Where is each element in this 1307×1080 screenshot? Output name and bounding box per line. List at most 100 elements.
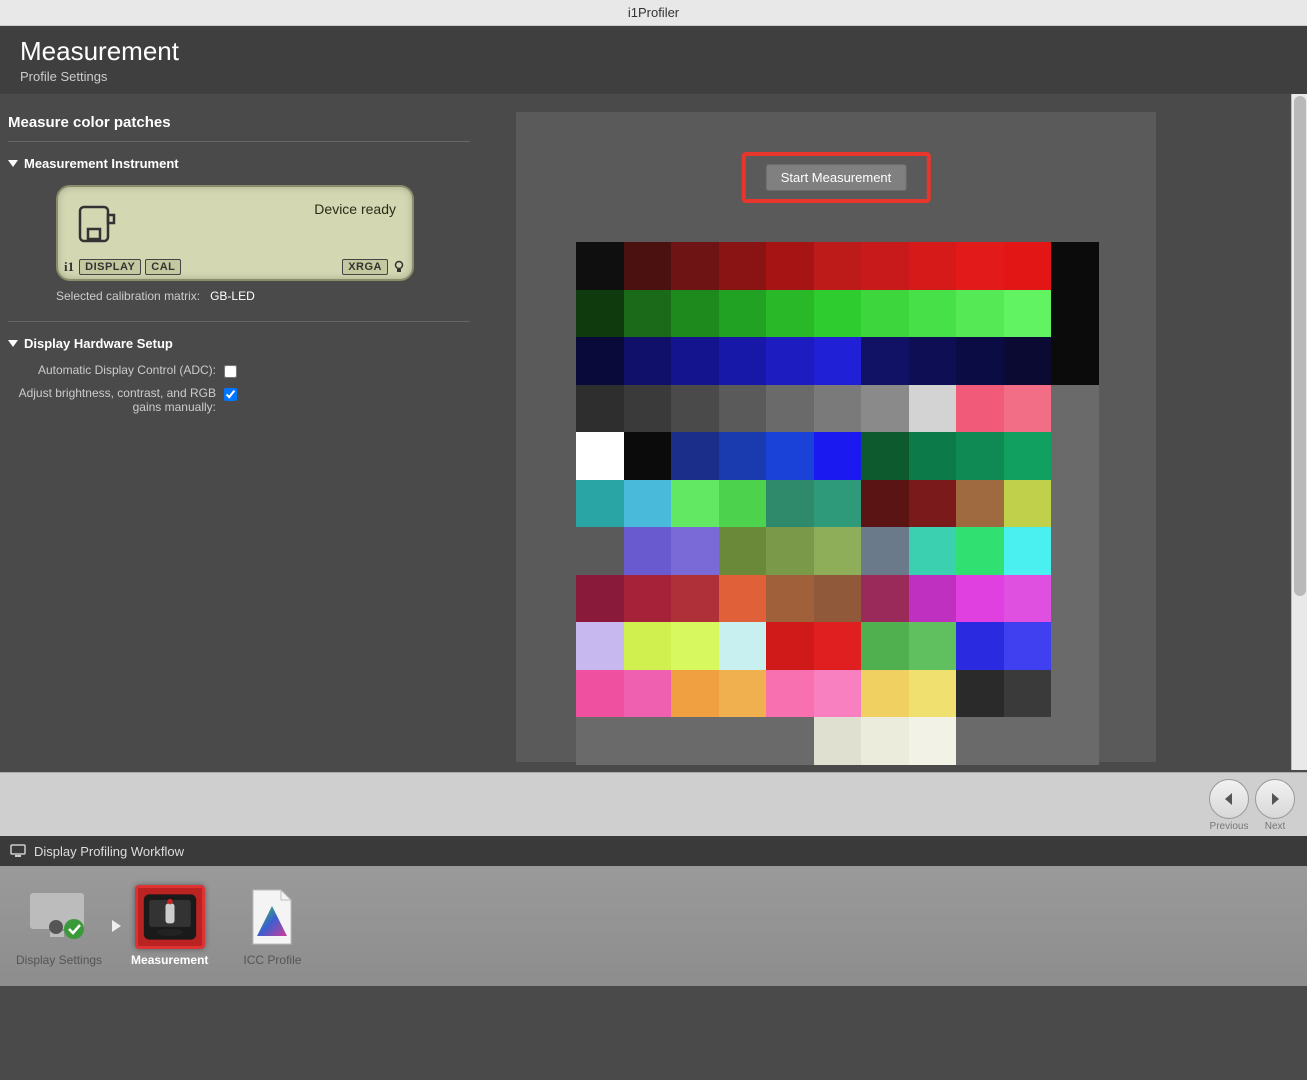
workflow-strip: Display Settings Measurement (0, 866, 1307, 986)
start-measurement-button[interactable]: Start Measurement (766, 164, 907, 191)
matrix-label: Selected calibration matrix: (56, 289, 200, 303)
workflow-step-label: Display Settings (16, 953, 102, 967)
color-patch (719, 480, 767, 528)
color-patch (814, 717, 862, 765)
color-patch (814, 480, 862, 528)
color-patch (719, 385, 767, 433)
color-patch (671, 527, 719, 575)
color-patch (861, 670, 909, 718)
color-patch (1004, 527, 1052, 575)
color-patch (719, 527, 767, 575)
workflow-step-label: ICC Profile (243, 953, 301, 967)
color-patch (861, 242, 909, 290)
color-patch (814, 432, 862, 480)
color-patch (1051, 385, 1099, 433)
device-icon (76, 201, 116, 247)
manual-checkbox[interactable] (224, 388, 237, 401)
color-patch (1051, 480, 1099, 528)
color-patch (671, 717, 719, 765)
color-patch (671, 337, 719, 385)
color-patch (909, 480, 957, 528)
color-patch (576, 337, 624, 385)
color-patch (624, 337, 672, 385)
color-patch (719, 290, 767, 338)
color-patch (814, 575, 862, 623)
arrow-right-icon (1267, 791, 1283, 807)
color-patch (719, 670, 767, 718)
color-patch (956, 480, 1004, 528)
color-patch (576, 242, 624, 290)
main-area: Measure color patches Measurement Instru… (0, 94, 1307, 772)
color-patch (956, 670, 1004, 718)
workflow-step-measurement[interactable]: Measurement (131, 885, 208, 967)
nav-band: Previous Next (0, 772, 1307, 836)
app-title: i1Profiler (628, 5, 679, 20)
color-patch (1051, 527, 1099, 575)
color-patch (1004, 432, 1052, 480)
color-patch (909, 670, 957, 718)
color-patch (624, 290, 672, 338)
cal-tag: CAL (145, 259, 181, 275)
next-button[interactable] (1255, 779, 1295, 819)
workflow-step-display-settings[interactable]: Display Settings (16, 885, 102, 967)
preview-card: Start Measurement (516, 112, 1156, 762)
scrollbar-thumb[interactable] (1294, 96, 1306, 596)
color-patch (861, 527, 909, 575)
workflow-step-icc-profile[interactable]: ICC Profile (237, 885, 307, 967)
color-patch (909, 717, 957, 765)
chevron-down-icon (8, 160, 18, 167)
color-patch (719, 242, 767, 290)
color-patch (671, 480, 719, 528)
color-patch (861, 290, 909, 338)
color-patch (956, 385, 1004, 433)
left-panel: Measure color patches Measurement Instru… (0, 94, 490, 772)
color-patch (624, 717, 672, 765)
color-patch (1051, 432, 1099, 480)
hardware-section-label: Display Hardware Setup (24, 336, 173, 351)
color-patch (671, 575, 719, 623)
color-patch (576, 385, 624, 433)
color-patch (624, 385, 672, 433)
calibration-matrix-row: Selected calibration matrix: GB-LED (56, 289, 470, 303)
color-patch (1051, 670, 1099, 718)
page-title: Measurement (20, 36, 1287, 67)
icc-profile-icon (247, 888, 297, 946)
hardware-expander[interactable]: Display Hardware Setup (8, 332, 470, 355)
color-patch (956, 575, 1004, 623)
color-patch (766, 432, 814, 480)
color-patch (1051, 337, 1099, 385)
adc-checkbox[interactable] (224, 365, 237, 378)
color-patch (576, 432, 624, 480)
color-patch (766, 670, 814, 718)
color-patch (1051, 242, 1099, 290)
prev-group: Previous (1209, 779, 1249, 832)
color-patch (1051, 575, 1099, 623)
color-patch (909, 290, 957, 338)
color-patch (956, 290, 1004, 338)
color-patch (956, 242, 1004, 290)
divider (8, 321, 470, 322)
color-patch-grid (576, 242, 1099, 765)
page-subtitle: Profile Settings (20, 69, 1287, 84)
color-patch (1004, 670, 1052, 718)
color-patch (956, 527, 1004, 575)
color-patch (909, 242, 957, 290)
instrument-expander[interactable]: Measurement Instrument (8, 152, 470, 175)
xrga-tag: XRGA (342, 259, 388, 275)
device-status: Device ready (314, 201, 396, 217)
arrow-left-icon (1221, 791, 1237, 807)
color-patch (719, 337, 767, 385)
color-patch (814, 242, 862, 290)
color-patch (671, 242, 719, 290)
color-patch (861, 480, 909, 528)
color-patch (576, 527, 624, 575)
color-patch (814, 337, 862, 385)
color-patch (861, 432, 909, 480)
previous-button[interactable] (1209, 779, 1249, 819)
scrollbar[interactable] (1291, 94, 1307, 770)
color-patch (956, 337, 1004, 385)
color-patch (576, 575, 624, 623)
color-patch (766, 717, 814, 765)
color-patch (671, 290, 719, 338)
page-header: Measurement Profile Settings (0, 26, 1307, 94)
